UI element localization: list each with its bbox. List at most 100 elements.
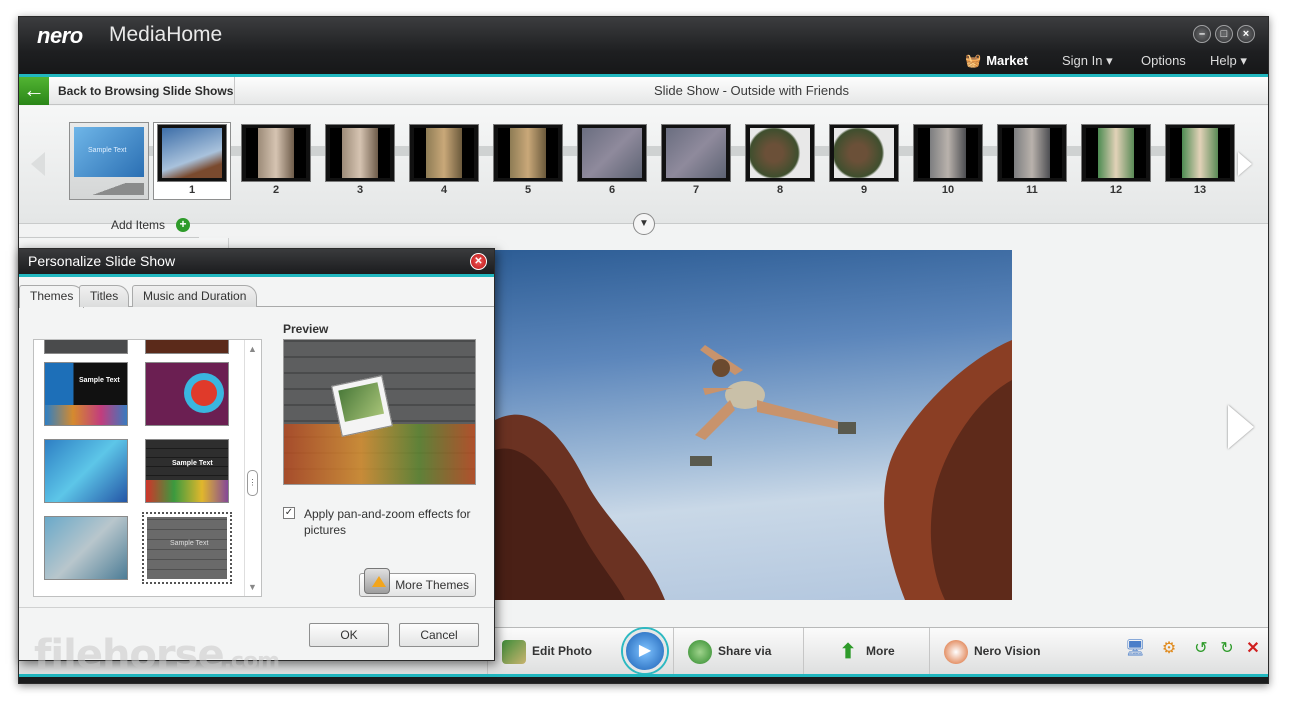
theme-tile[interactable]: Sample Text	[44, 362, 128, 426]
maximize-button[interactable]: □	[1215, 25, 1233, 43]
theme-tile-strip	[45, 405, 127, 425]
theme-tile[interactable]	[145, 340, 229, 354]
slide-number: 4	[440, 184, 448, 196]
minimize-button[interactable]: –	[1193, 25, 1211, 43]
dialog-close-icon[interactable]: ✕	[470, 253, 487, 270]
scroll-right-icon[interactable]	[1238, 152, 1252, 176]
theme-tile-dot	[191, 380, 217, 406]
slide-thumbnail[interactable]	[1165, 124, 1235, 182]
theme-list-scrollbar[interactable]: ▲ ⋮ ▼	[244, 340, 261, 596]
slide-preview-image	[495, 250, 1012, 600]
slide-thumbnail[interactable]	[997, 124, 1067, 182]
dialog-separator	[19, 607, 494, 608]
polaroid-image	[338, 382, 385, 422]
up-arrow-icon: ⬆	[839, 640, 857, 663]
personalize-dialog: Personalize Slide Show ✕ Themes Titles M…	[18, 248, 495, 661]
theme-tile-caption: Sample Text	[170, 540, 209, 547]
theme-caption: Sample Text	[88, 147, 127, 154]
polaroid-frame	[331, 375, 393, 437]
play-button[interactable]: ▶	[623, 629, 667, 673]
theme-thumbnail[interactable]: Sample Text	[69, 122, 149, 200]
slide-strip: Sample Text 1 2 3 4 5 6 7 8 9 10 11 12 1…	[19, 106, 1268, 224]
theme-base	[74, 183, 144, 195]
slide-number: 13	[1193, 184, 1207, 196]
options-menu[interactable]: Options	[1141, 53, 1186, 68]
close-button[interactable]: ×	[1237, 25, 1255, 43]
theme-tile[interactable]	[44, 340, 128, 354]
nero-vision-icon	[944, 639, 968, 664]
basket-icon: 🧺	[965, 53, 982, 68]
tab-music-duration[interactable]: Music and Duration	[132, 285, 258, 307]
scroll-up-icon[interactable]: ▲	[248, 344, 257, 354]
expand-chevron-icon[interactable]: ▼	[633, 213, 655, 235]
more-button[interactable]: ⬆ More	[803, 628, 929, 675]
scroll-left-icon[interactable]	[31, 152, 45, 176]
tab-themes[interactable]: Themes	[19, 285, 85, 308]
edit-photo-button[interactable]: Edit Photo	[487, 628, 627, 675]
pan-zoom-label: Apply pan-and-zoom effects for pictures	[304, 507, 471, 537]
slide-thumbnail[interactable]	[409, 124, 479, 182]
slide-thumbnail[interactable]	[1081, 124, 1151, 182]
nero-logo: nero	[37, 23, 83, 48]
slide-number: 9	[860, 184, 868, 196]
title-bar: nero MediaHome – □ × 🧺 Market Sign In ▾ O…	[19, 17, 1268, 75]
slide-thumbnail[interactable]	[577, 124, 647, 182]
slide-thumbnail[interactable]	[745, 124, 815, 182]
rotate-right-icon[interactable]: ↻	[1217, 639, 1237, 659]
graffiti-layer	[284, 424, 475, 484]
market-menu[interactable]: 🧺 Market	[965, 53, 1028, 69]
slide-number: 11	[1026, 184, 1038, 196]
theme-tile-selected[interactable]: Sample Text	[142, 512, 232, 584]
upload-icon	[364, 568, 390, 594]
globe-icon	[688, 639, 712, 664]
pan-zoom-checkbox[interactable]: ✓	[283, 507, 295, 519]
help-menu[interactable]: Help ▾	[1210, 53, 1247, 69]
theme-list: Sample Text Sample Text Sample Text ▲ ⋮ …	[33, 339, 262, 597]
monitor-icon[interactable]: 🖥	[1125, 639, 1145, 659]
slide-number: 12	[1109, 184, 1123, 196]
slide-thumbnail[interactable]	[157, 124, 227, 182]
nav-bar: ← Back to Browsing Slide Shows Slide Sho…	[19, 77, 1268, 105]
slide-number: 10	[941, 184, 955, 196]
theme-tile-caption: Sample Text	[79, 377, 120, 384]
slide-thumbnail[interactable]	[829, 124, 899, 182]
preview-label: Preview	[283, 322, 329, 336]
sign-in-menu[interactable]: Sign In ▾	[1062, 53, 1113, 69]
theme-tile[interactable]	[44, 516, 128, 580]
theme-tile[interactable]	[145, 362, 229, 426]
cancel-button[interactable]: Cancel	[399, 623, 479, 647]
tools-icon[interactable]: ⚙	[1159, 639, 1179, 659]
add-items-button[interactable]: Add Items +	[19, 214, 199, 238]
cliff-jump-photo	[495, 340, 1012, 600]
ok-button[interactable]: OK	[309, 623, 389, 647]
slide-number: 8	[776, 184, 784, 196]
theme-preview	[283, 339, 476, 485]
plus-icon: +	[176, 218, 190, 232]
dialog-title: Personalize Slide Show	[19, 249, 494, 274]
nero-vision-button[interactable]: Nero Vision	[929, 628, 1079, 675]
dialog-accent-line	[19, 274, 494, 277]
slide-thumbnail[interactable]	[661, 124, 731, 182]
theme-tile[interactable]: Sample Text	[145, 439, 229, 503]
status-strip	[19, 677, 1268, 683]
rotate-left-icon[interactable]: ↺	[1191, 639, 1211, 659]
slide-number: 3	[356, 184, 364, 196]
scroll-down-icon[interactable]: ▼	[248, 582, 257, 592]
back-button[interactable]: Back to Browsing Slide Shows	[49, 77, 235, 105]
theme-tile-strip	[146, 480, 228, 502]
slide-thumbnail[interactable]	[241, 124, 311, 182]
theme-tile[interactable]	[44, 439, 128, 503]
slide-thumbnail[interactable]	[325, 124, 395, 182]
next-slide-icon[interactable]	[1228, 405, 1254, 449]
tab-titles[interactable]: Titles	[79, 285, 130, 307]
edit-photo-icon	[502, 639, 526, 664]
more-themes-button[interactable]: More Themes	[359, 568, 476, 597]
delete-icon[interactable]: ✕	[1243, 639, 1263, 659]
share-via-button[interactable]: Share via	[673, 628, 803, 675]
page-title: Slide Show - Outside with Friends	[653, 83, 850, 98]
back-arrow-icon[interactable]: ←	[19, 77, 49, 105]
slide-thumbnail[interactable]	[493, 124, 563, 182]
slide-thumbnail[interactable]	[913, 124, 983, 182]
theme-tile-image	[147, 517, 227, 579]
scroll-thumb[interactable]: ⋮	[247, 470, 258, 496]
